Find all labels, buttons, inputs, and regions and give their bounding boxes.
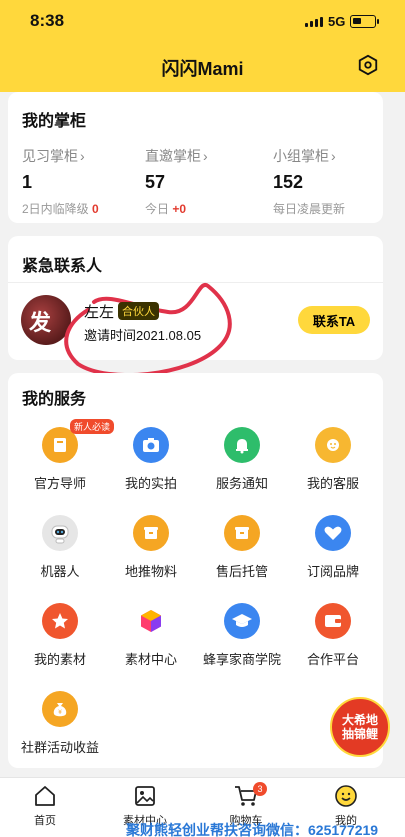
stat-label: 直邀掌柜 [145, 148, 201, 164]
service-robot[interactable]: 机器人 [15, 515, 105, 580]
service-label: 地推物料 [124, 564, 177, 579]
service-after-sales[interactable]: 售后托管 [197, 515, 287, 580]
service-my-materials[interactable]: 我的素材 [15, 603, 105, 668]
services-card: 我的服务 新人必读 官方导师 我的实拍 服务通知 我的客服 机器人 地推物料 售… [8, 373, 383, 768]
cube-icon [133, 603, 169, 639]
stat-label: 小组掌柜 [273, 148, 329, 164]
stat-trainee[interactable]: 见习掌柜 › 1 2日内临降级 0 [22, 146, 142, 217]
promo-floating-button[interactable]: 大希地 抽锦鲤 [330, 697, 390, 757]
stat-value: 152 [273, 172, 304, 192]
service-label: 售后托管 [215, 564, 268, 579]
service-partner-platform[interactable]: 合作平台 [288, 603, 378, 668]
chevron-right-icon: › [203, 148, 208, 164]
stat-direct-invite[interactable]: 直邀掌柜 › 57 今日 +0 [145, 146, 265, 217]
graduation-cap-icon [224, 603, 260, 639]
promo-line2: 抽锦鲤 [341, 727, 378, 741]
battery-icon [350, 15, 379, 28]
app-header: 8:38 5G 闪闪Mami [0, 0, 405, 92]
contact-name: 左左 [84, 304, 115, 321]
bell-icon [224, 427, 260, 463]
service-material-center[interactable]: 素材中心 [106, 603, 196, 668]
service-notifications[interactable]: 服务通知 [197, 427, 287, 492]
tab-home[interactable]: 首页 [5, 784, 85, 828]
money-bag-icon: ¥ [42, 691, 78, 727]
tab-label: 首页 [34, 815, 56, 827]
smiley-icon [335, 785, 357, 807]
stat-sub-text: 2日内临降级 [22, 202, 89, 216]
service-community-earnings[interactable]: ¥ 社群活动收益 [15, 691, 105, 756]
stat-value: 1 [22, 172, 33, 192]
promo-line1: 大希地 [341, 713, 378, 727]
stat-sub-value: +0 [172, 202, 187, 216]
cart-count-badge: 3 [253, 782, 267, 796]
service-label: 服务通知 [215, 476, 268, 491]
service-label: 素材中心 [124, 652, 177, 667]
service-business-school[interactable]: 蜂享家商学院 [197, 603, 287, 668]
service-my-photos[interactable]: 我的实拍 [106, 427, 196, 492]
stat-sub-text: 每日凌晨更新 [273, 202, 346, 216]
star-icon [42, 603, 78, 639]
shopkeeper-card: 我的掌柜 见习掌柜 › 1 2日内临降级 0 直邀掌柜 › 57 今日 +0 小组掌… [8, 92, 383, 223]
chevron-right-icon: › [80, 148, 85, 164]
service-subscribe-brand[interactable]: 订阅品牌 [288, 515, 378, 580]
stat-group[interactable]: 小组掌柜 › 152 每日凌晨更新 [273, 146, 393, 217]
robot-icon [42, 515, 78, 551]
service-label: 我的客服 [306, 476, 359, 491]
service-label: 社群活动收益 [20, 740, 99, 755]
partner-badge: 合伙人 [118, 302, 159, 320]
chevron-right-icon: › [331, 148, 336, 164]
service-customer-support[interactable]: 我的客服 [288, 427, 378, 492]
service-label: 官方导师 [33, 476, 86, 491]
network-type: 5G [328, 14, 346, 29]
image-icon [135, 786, 155, 806]
page-title: 闪闪Mami [161, 59, 244, 79]
watermark-text: 聚财熊轻创业帮扶咨询微信：625177219 [126, 822, 379, 837]
services-title: 我的服务 [22, 391, 87, 408]
stat-sub-value: 0 [92, 202, 99, 216]
service-official-mentor[interactable]: 新人必读 官方导师 [15, 419, 115, 492]
headset-icon [315, 427, 351, 463]
signal-icon [305, 17, 323, 27]
book-icon: 新人必读 [42, 419, 115, 463]
status-time: 8:38 [30, 11, 65, 30]
contact-ta-button[interactable]: 联系TA [298, 306, 370, 334]
box-icon [133, 515, 169, 551]
service-label: 我的素材 [33, 652, 86, 667]
svg-text:¥: ¥ [58, 709, 62, 716]
camera-icon [133, 427, 169, 463]
invite-time: 邀请时间2021.08.05 [84, 328, 202, 343]
service-promo-materials[interactable]: 地推物料 [106, 515, 196, 580]
emergency-contact-card: 紧急联系人 发 左左 合伙人 邀请时间2021.08.05 联系TA [8, 236, 383, 378]
service-label: 我的实拍 [124, 476, 177, 491]
service-label: 合作平台 [306, 652, 359, 667]
wallet-icon [315, 603, 351, 639]
stat-value: 57 [145, 172, 166, 192]
service-label: 订阅品牌 [306, 564, 359, 579]
service-label: 蜂享家商学院 [202, 652, 281, 667]
settings-hexagon-icon[interactable] [357, 54, 379, 76]
home-icon [35, 786, 55, 806]
box-icon [224, 515, 260, 551]
stat-label: 见习掌柜 [22, 148, 78, 164]
stat-sub-text: 今日 [145, 202, 170, 216]
status-bar: 8:38 5G [0, 0, 405, 40]
heart-plus-icon [315, 515, 351, 551]
service-label: 机器人 [40, 564, 80, 579]
shopkeeper-title: 我的掌柜 [22, 113, 87, 130]
